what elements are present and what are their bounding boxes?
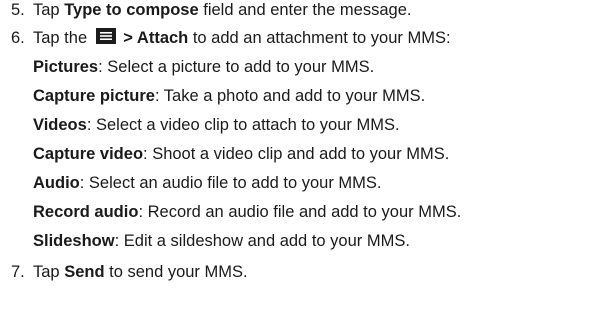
option-label: Slideshow xyxy=(33,232,115,250)
step-text: Tap Type to compose field and enter the … xyxy=(33,1,412,19)
option-description: : Shoot a video clip and add to your MMS… xyxy=(143,145,450,163)
step-text: Tap the > Attach to add an attachment to… xyxy=(33,28,451,47)
option-description: : Select a video clip to attach to your … xyxy=(86,116,400,134)
step-text: Tap Send to send your MMS. xyxy=(33,263,248,281)
step-number: 5. xyxy=(11,1,25,19)
step-number: 6. xyxy=(11,29,25,47)
option-description: : Edit a sildeshow and add to your MMS. xyxy=(114,232,410,250)
ui-term-type-to-compose: Type to compose xyxy=(64,1,199,19)
option-label: Record audio xyxy=(33,203,139,221)
ui-term-send: Send xyxy=(64,263,105,281)
option-label: Capture video xyxy=(33,145,144,163)
instruction-document: 5. Tap Type to compose field and enter t… xyxy=(0,0,595,326)
option-description: : Record an audio file and add to your M… xyxy=(138,203,462,221)
option-label: Capture picture xyxy=(33,87,155,105)
option-label: Videos xyxy=(33,116,87,134)
option-label: Audio xyxy=(33,174,80,192)
option-description: : Select a picture to add to your MMS. xyxy=(98,58,375,76)
option-description: : Take a photo and add to your MMS. xyxy=(154,87,426,105)
ui-term-attach: > Attach xyxy=(118,29,189,47)
option-label: Pictures xyxy=(33,58,99,76)
option-description: : Select an audio file to add to your MM… xyxy=(79,174,382,192)
menu-icon xyxy=(95,28,116,44)
step-number: 7. xyxy=(11,263,25,281)
